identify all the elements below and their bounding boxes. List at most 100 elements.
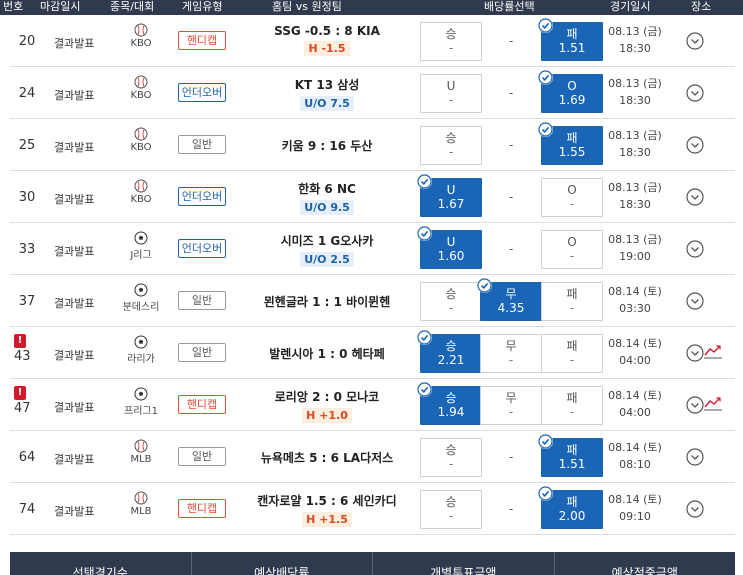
game-type-badge: 언더오버 — [178, 239, 226, 258]
location-pin-icon[interactable] — [685, 31, 705, 51]
odds-button-3[interactable]: 패 - — [541, 334, 603, 373]
odds-value: - — [448, 93, 454, 107]
row-number: 25 — [18, 138, 36, 153]
match-info: 뉴욕메츠 5 : 6 LA다저스 — [232, 449, 422, 466]
game-time: 18:30 — [619, 198, 651, 211]
match-info: 한화 6 NC U/O 9.5 — [232, 180, 422, 215]
odds-label: - — [508, 190, 514, 204]
game-time: 19:00 — [619, 250, 651, 263]
game-date: 08.14 (토) — [608, 389, 662, 402]
location-pin-icon[interactable] — [685, 291, 705, 311]
odds-value: - — [508, 353, 514, 367]
check-icon — [538, 122, 553, 137]
header-col-type: 게임유형 — [182, 0, 223, 13]
table-row: 20 결과발표 KBO 핸디캡 SSG -0.5 : 8 KIA H -1.5 … — [10, 15, 735, 67]
location-pin-icon[interactable] — [685, 395, 705, 415]
odds-button-2: - — [480, 230, 542, 269]
odds-button-3[interactable]: 패 1.51 — [538, 434, 603, 477]
odds-button-1[interactable]: U 1.60 — [417, 226, 482, 269]
game-datetime: 08.14 (토) 08:10 — [606, 439, 664, 473]
odds-button-2[interactable]: 무 4.35 — [477, 278, 542, 321]
odds-button-3[interactable]: O 1.69 — [538, 70, 603, 113]
odds-button-1[interactable]: 승 2.21 — [417, 330, 482, 373]
location-pin-icon[interactable] — [685, 83, 705, 103]
odds-button-2: - — [480, 126, 542, 165]
odds-button-1[interactable]: U - — [420, 74, 482, 113]
match-teams: SSG -0.5 : 8 KIA — [274, 24, 380, 38]
header-col-no: 번호 — [3, 0, 24, 13]
odds-button-2: - — [480, 438, 542, 477]
odds-value: - — [448, 301, 454, 315]
game-type-badge: 핸디캡 — [178, 395, 226, 414]
odds-button-1[interactable]: 승 - — [420, 22, 482, 61]
sport-league: KBO — [112, 127, 170, 153]
odds-button-2[interactable]: 무 - — [480, 334, 542, 373]
game-date: 08.14 (토) — [608, 285, 662, 298]
odds-button-2[interactable]: 무 - — [480, 386, 542, 425]
odds-button-3[interactable]: 패 2.00 — [538, 486, 603, 529]
odds-label: O — [567, 183, 577, 197]
odds-button-3[interactable]: 패 - — [541, 282, 603, 321]
check-icon — [538, 18, 553, 33]
location-pin-icon[interactable] — [685, 187, 705, 207]
handicap-line: H +1.0 — [302, 408, 352, 423]
league-name: 분데스리 — [122, 302, 160, 313]
deadline-status: 결과발표 — [54, 401, 95, 414]
odds-button-3[interactable]: 패 - — [541, 386, 603, 425]
match-teams: 묀헨글라 1 : 1 바이뮌헨 — [263, 295, 391, 309]
game-datetime: 08.13 (금) 18:30 — [606, 23, 664, 57]
header-col-sport: 종목/대회 — [110, 0, 155, 13]
match-teams: 한화 6 NC — [298, 182, 356, 196]
location-pin-icon[interactable] — [685, 239, 705, 259]
odds-button-1[interactable]: 승 - — [420, 126, 482, 165]
odds-button-2: - — [480, 74, 542, 113]
odds-value: - — [508, 405, 514, 419]
game-time: 04:00 — [619, 354, 651, 367]
location-pin-icon[interactable] — [685, 135, 705, 155]
trend-chart-icon[interactable] — [704, 343, 722, 360]
odds-button-3[interactable]: O - — [541, 178, 603, 217]
odds-value: 2.00 — [558, 509, 586, 523]
odds-value: 1.51 — [558, 41, 586, 55]
odds-value: - — [569, 249, 575, 263]
odds-button-3[interactable]: O - — [541, 230, 603, 269]
odds-button-1[interactable]: 승 - — [420, 282, 482, 321]
place-cell — [685, 31, 729, 51]
warning-icon: ! — [14, 386, 26, 400]
odds-value: - — [569, 405, 575, 419]
match-info: 묀헨글라 1 : 1 바이뮌헨 — [232, 293, 422, 310]
row-number: 33 — [18, 242, 36, 257]
league-name: J리그 — [130, 250, 152, 261]
place-cell — [685, 239, 729, 259]
deadline-status: 결과발표 — [54, 349, 95, 362]
game-datetime: 08.13 (금) 19:00 — [606, 231, 664, 265]
row-number: 24 — [18, 86, 36, 101]
odds-label: - — [508, 138, 514, 152]
odds-button-1[interactable]: 승 - — [420, 438, 482, 477]
odds-value: 1.94 — [437, 405, 465, 419]
match-teams: 뉴욕메츠 5 : 6 LA다저스 — [260, 451, 394, 465]
place-cell — [685, 499, 729, 519]
place-cell — [685, 447, 729, 467]
deadline-status: 결과발표 — [54, 453, 95, 466]
table-row: 64 결과발표 MLB 일반 뉴욕메츠 5 : 6 LA다저스 승 - - 패 … — [10, 431, 735, 483]
odds-button-1[interactable]: 승 1.94 — [417, 382, 482, 425]
table-header: 번호 마감일시 종목/대회 게임유형 홈팀 vs 원정팀 배당률선택 경기일시 … — [0, 0, 743, 15]
match-teams: 캔자로얄 1.5 : 6 세인카디 — [257, 494, 397, 508]
deadline-status: 결과발표 — [54, 505, 95, 518]
odds-button-3[interactable]: 패 1.55 — [538, 122, 603, 165]
location-pin-icon[interactable] — [685, 343, 705, 363]
odds-button-1[interactable]: U 1.67 — [417, 174, 482, 217]
row-number: 30 — [18, 190, 36, 205]
odds-button-3[interactable]: 패 1.51 — [538, 18, 603, 61]
location-pin-icon[interactable] — [685, 499, 705, 519]
location-pin-icon[interactable] — [685, 447, 705, 467]
odds-value: 1.55 — [558, 145, 586, 159]
footer-expected-win: 예상적중금액 — [611, 566, 678, 575]
league-name: MLB — [130, 506, 152, 517]
handicap-line: U/O 7.5 — [300, 96, 354, 111]
match-teams: 발렌시아 1 : 0 헤타페 — [269, 347, 385, 361]
odds-button-1[interactable]: 승 - — [420, 490, 482, 529]
trend-chart-icon[interactable] — [704, 395, 722, 412]
sport-league: 프리그1 — [112, 387, 170, 417]
